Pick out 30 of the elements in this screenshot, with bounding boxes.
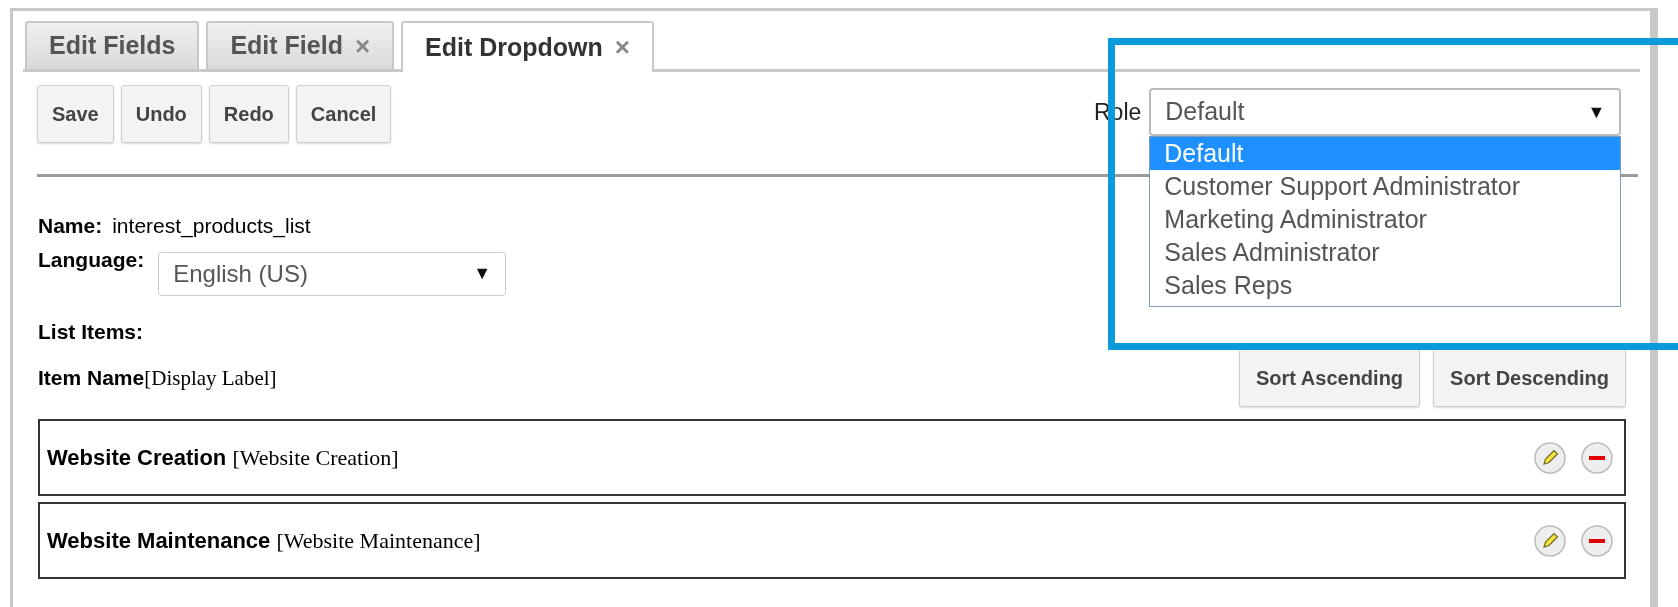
tab[interactable]: Edit Fields	[25, 21, 200, 69]
column-header: Item Name	[38, 364, 145, 389]
role-option[interactable]: Sales Reps	[1150, 269, 1621, 302]
language-label: Language:	[38, 246, 145, 273]
role-option[interactable]: Sales Administrator	[1150, 236, 1621, 269]
item-text: Website Maintenance [Website Maintenance]	[47, 527, 481, 555]
pencil-icon[interactable]	[1533, 523, 1567, 558]
list-item-row[interactable]: Website Maintenance [Website Maintenance]	[38, 502, 1626, 579]
remove-icon[interactable]	[1580, 440, 1614, 475]
role-option[interactable]: Customer Support Administrator	[1150, 170, 1621, 203]
pencil-icon[interactable]	[1533, 440, 1567, 475]
remove-icon[interactable]	[1580, 523, 1614, 558]
toolbar-button[interactable]: Cancel	[295, 85, 392, 143]
tab[interactable]: Edit Dropdown ×	[401, 21, 655, 72]
column-header: [Display Label]	[144, 364, 277, 392]
name-value: interest_products_list	[112, 213, 311, 240]
role-dropdown[interactable]: Default ▼	[1149, 88, 1622, 136]
item-text: Website Creation [Website Creation]	[47, 444, 399, 472]
role-option[interactable]: Marketing Administrator	[1150, 203, 1621, 236]
toolbar-button[interactable]: Undo	[120, 85, 202, 143]
toolbar-button[interactable]: Redo	[208, 85, 289, 143]
list-item-row[interactable]: Website Creation [Website Creation]	[38, 419, 1626, 496]
name-label: Name:	[38, 213, 103, 239]
list-items-label: List Items:	[38, 318, 145, 345]
close-icon[interactable]: ×	[614, 28, 631, 67]
language-dropdown[interactable]: English (US) ▼	[158, 251, 507, 296]
tab[interactable]: Edit Field ×	[206, 21, 395, 69]
sort-button[interactable]: Sort Descending	[1433, 349, 1626, 407]
toolbar-button[interactable]: Save	[37, 85, 114, 143]
sort-button[interactable]: Sort Ascending	[1239, 349, 1421, 407]
